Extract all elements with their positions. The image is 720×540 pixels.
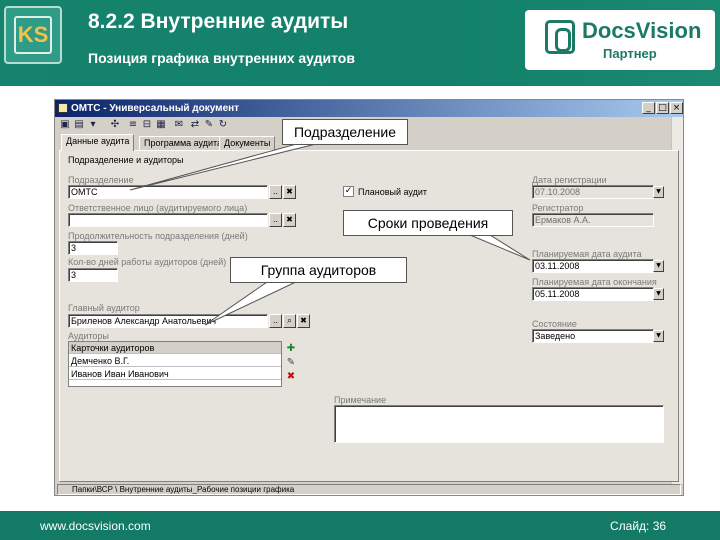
footer-url[interactable]: www.docsvision.com — [40, 519, 151, 533]
subdivision-pointer — [129, 142, 321, 191]
tab-audit-data[interactable]: Данные аудита — [61, 134, 135, 151]
deadlines-pointer — [469, 234, 531, 261]
slide-number: Слайд: 36 — [610, 519, 667, 533]
callout-subdivision: Подразделение — [282, 119, 408, 145]
callout-deadlines: Сроки проведения — [343, 210, 513, 236]
callout-auditors-group: Группа аудиторов — [230, 257, 407, 283]
auditors-group-pointer — [204, 279, 301, 326]
slide: KS 8.2.2 Внутренние аудиты Позиция графи… — [0, 0, 720, 540]
slide-footer: www.docsvision.com Слайд: 36 — [0, 511, 720, 540]
